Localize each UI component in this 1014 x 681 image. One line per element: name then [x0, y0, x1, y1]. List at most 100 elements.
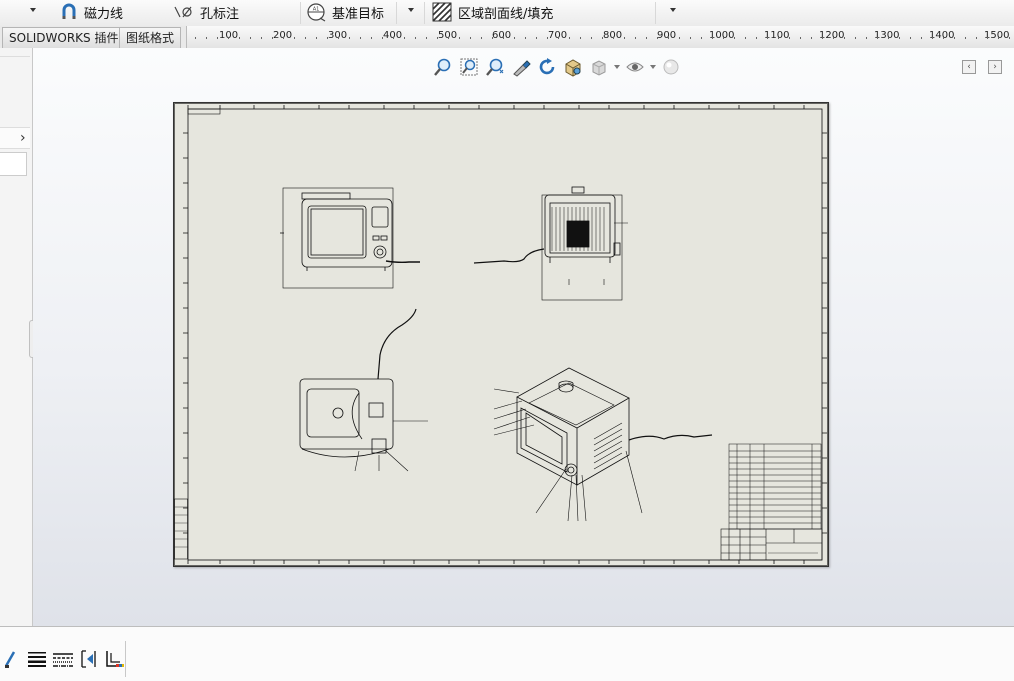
ruler-tick — [723, 37, 724, 39]
zoom-to-fit-icon[interactable] — [432, 56, 454, 78]
ruler-label: 300 — [328, 30, 348, 41]
heads-up-view-toolbar — [432, 56, 682, 78]
ruler-tick — [272, 37, 273, 39]
ruler-label: 1300 — [874, 30, 900, 41]
ruler-tick — [602, 37, 603, 39]
ruler-tick — [206, 37, 207, 39]
ruler-tick — [866, 37, 867, 39]
ruler-tick — [360, 37, 361, 39]
top-view — [299, 308, 428, 472]
toolbar-separator — [655, 2, 656, 24]
ruler-tick — [338, 37, 339, 39]
zoom-in-out-icon[interactable] — [484, 56, 506, 78]
drawing-sheet[interactable] — [173, 102, 829, 567]
view-orientation-icon[interactable] — [562, 56, 584, 78]
toolbar-separator — [424, 2, 425, 24]
toolbar-separator — [396, 2, 397, 24]
ruler-tick — [998, 37, 999, 39]
ruler-tick — [877, 37, 878, 39]
ruler-tick — [613, 37, 614, 39]
ruler-label: 1400 — [929, 30, 955, 41]
tab-sheet-format[interactable]: 图纸格式 — [119, 27, 182, 48]
magnet-line-label: 磁力线 — [84, 6, 124, 22]
ruler-tick — [382, 37, 383, 39]
ruler-tick — [910, 37, 911, 39]
ruler-tick — [228, 37, 229, 39]
toolbar-separator — [300, 2, 301, 24]
display-style-icon[interactable] — [588, 56, 610, 78]
ruler-tick — [415, 37, 416, 39]
ruler-tick — [701, 37, 702, 39]
ruler-tick — [767, 37, 768, 39]
ruler-tick — [327, 37, 328, 39]
ruler-tick — [580, 37, 581, 39]
panel-field[interactable] — [0, 152, 27, 176]
ruler-tick — [855, 37, 856, 39]
ruler-tick — [250, 37, 251, 39]
ruler-tick — [833, 37, 834, 39]
hole-callout-label: 孔标注 — [200, 6, 240, 22]
ruler-tick — [481, 37, 482, 39]
ruler-tick — [525, 37, 526, 39]
appearance-icon[interactable] — [660, 56, 682, 78]
next-sheet-icon[interactable]: › — [988, 60, 1002, 74]
ruler-tick — [965, 37, 966, 39]
side-view — [473, 186, 628, 301]
color-display-mode-icon[interactable] — [104, 649, 126, 669]
horizontal-ruler: 100 200 300 400 500 600 700 800 900 1000… — [186, 26, 1014, 48]
ruler-tick — [635, 37, 636, 39]
ruler-tick — [899, 37, 900, 39]
ruler-tick — [1009, 37, 1010, 39]
dropdown-arrow-icon[interactable] — [408, 8, 414, 12]
ruler-tick — [591, 37, 592, 39]
magnet-line-button[interactable]: 磁力线 — [60, 0, 123, 24]
ruler-tick — [393, 37, 394, 39]
dropdown-arrow-icon[interactable] — [650, 65, 656, 69]
datum-target-button[interactable]: A1 基准目标 — [306, 0, 384, 24]
ruler-tick — [811, 37, 812, 39]
ruler-tick — [426, 37, 427, 39]
ruler-tick — [448, 37, 449, 39]
ruler-tick — [470, 37, 471, 39]
hatch-fill-button[interactable]: 区域剖面线/填充 — [432, 0, 553, 24]
previous-sheet-icon[interactable]: ‹ — [962, 60, 976, 74]
ruler-tick — [668, 37, 669, 39]
graphics-area[interactable]: ‹ › — [33, 48, 1014, 626]
hide-show-icon[interactable] — [624, 56, 646, 78]
ruler-tick — [943, 37, 944, 39]
line-style-icon[interactable] — [52, 649, 74, 669]
pan-icon[interactable] — [510, 56, 532, 78]
dropdown-arrow-icon[interactable] — [30, 8, 36, 12]
bill-of-materials-table — [728, 443, 822, 530]
ruler-tick — [404, 37, 405, 39]
ruler-tick — [976, 37, 977, 39]
chevron-right-icon[interactable]: › — [0, 127, 30, 149]
rotate-icon[interactable] — [536, 56, 558, 78]
ruler-tick — [624, 37, 625, 39]
tab-solidworks-addins[interactable]: SOLIDWORKS 插件 — [2, 27, 126, 48]
zoom-to-area-icon[interactable] — [458, 56, 480, 78]
ruler-tick — [888, 37, 889, 39]
ruler-tick — [756, 37, 757, 39]
ruler-tick — [294, 37, 295, 39]
dropdown-arrow-icon[interactable] — [614, 65, 620, 69]
hatch-fill-label: 区域剖面线/填充 — [458, 6, 554, 22]
ruler-tick — [459, 37, 460, 39]
line-format-icon[interactable] — [0, 649, 22, 669]
ruler-tick — [679, 37, 680, 39]
hide-show-edges-icon[interactable] — [78, 649, 100, 669]
magnet-line-icon — [62, 3, 76, 19]
dropdown-arrow-icon[interactable] — [670, 8, 676, 12]
hole-callout-button[interactable]: 孔标注 — [174, 0, 239, 24]
ruler-label: 500 — [438, 30, 458, 41]
ruler-tick — [690, 37, 691, 39]
isometric-view — [493, 367, 713, 522]
ruler-tick — [349, 37, 350, 39]
ruler-tick — [569, 37, 570, 39]
hole-callout-icon — [174, 6, 192, 18]
line-thickness-icon[interactable] — [26, 649, 48, 669]
ruler-tick — [371, 37, 372, 39]
front-view — [280, 187, 420, 289]
ruler-tick — [514, 37, 515, 39]
ruler-label: 200 — [273, 30, 293, 41]
